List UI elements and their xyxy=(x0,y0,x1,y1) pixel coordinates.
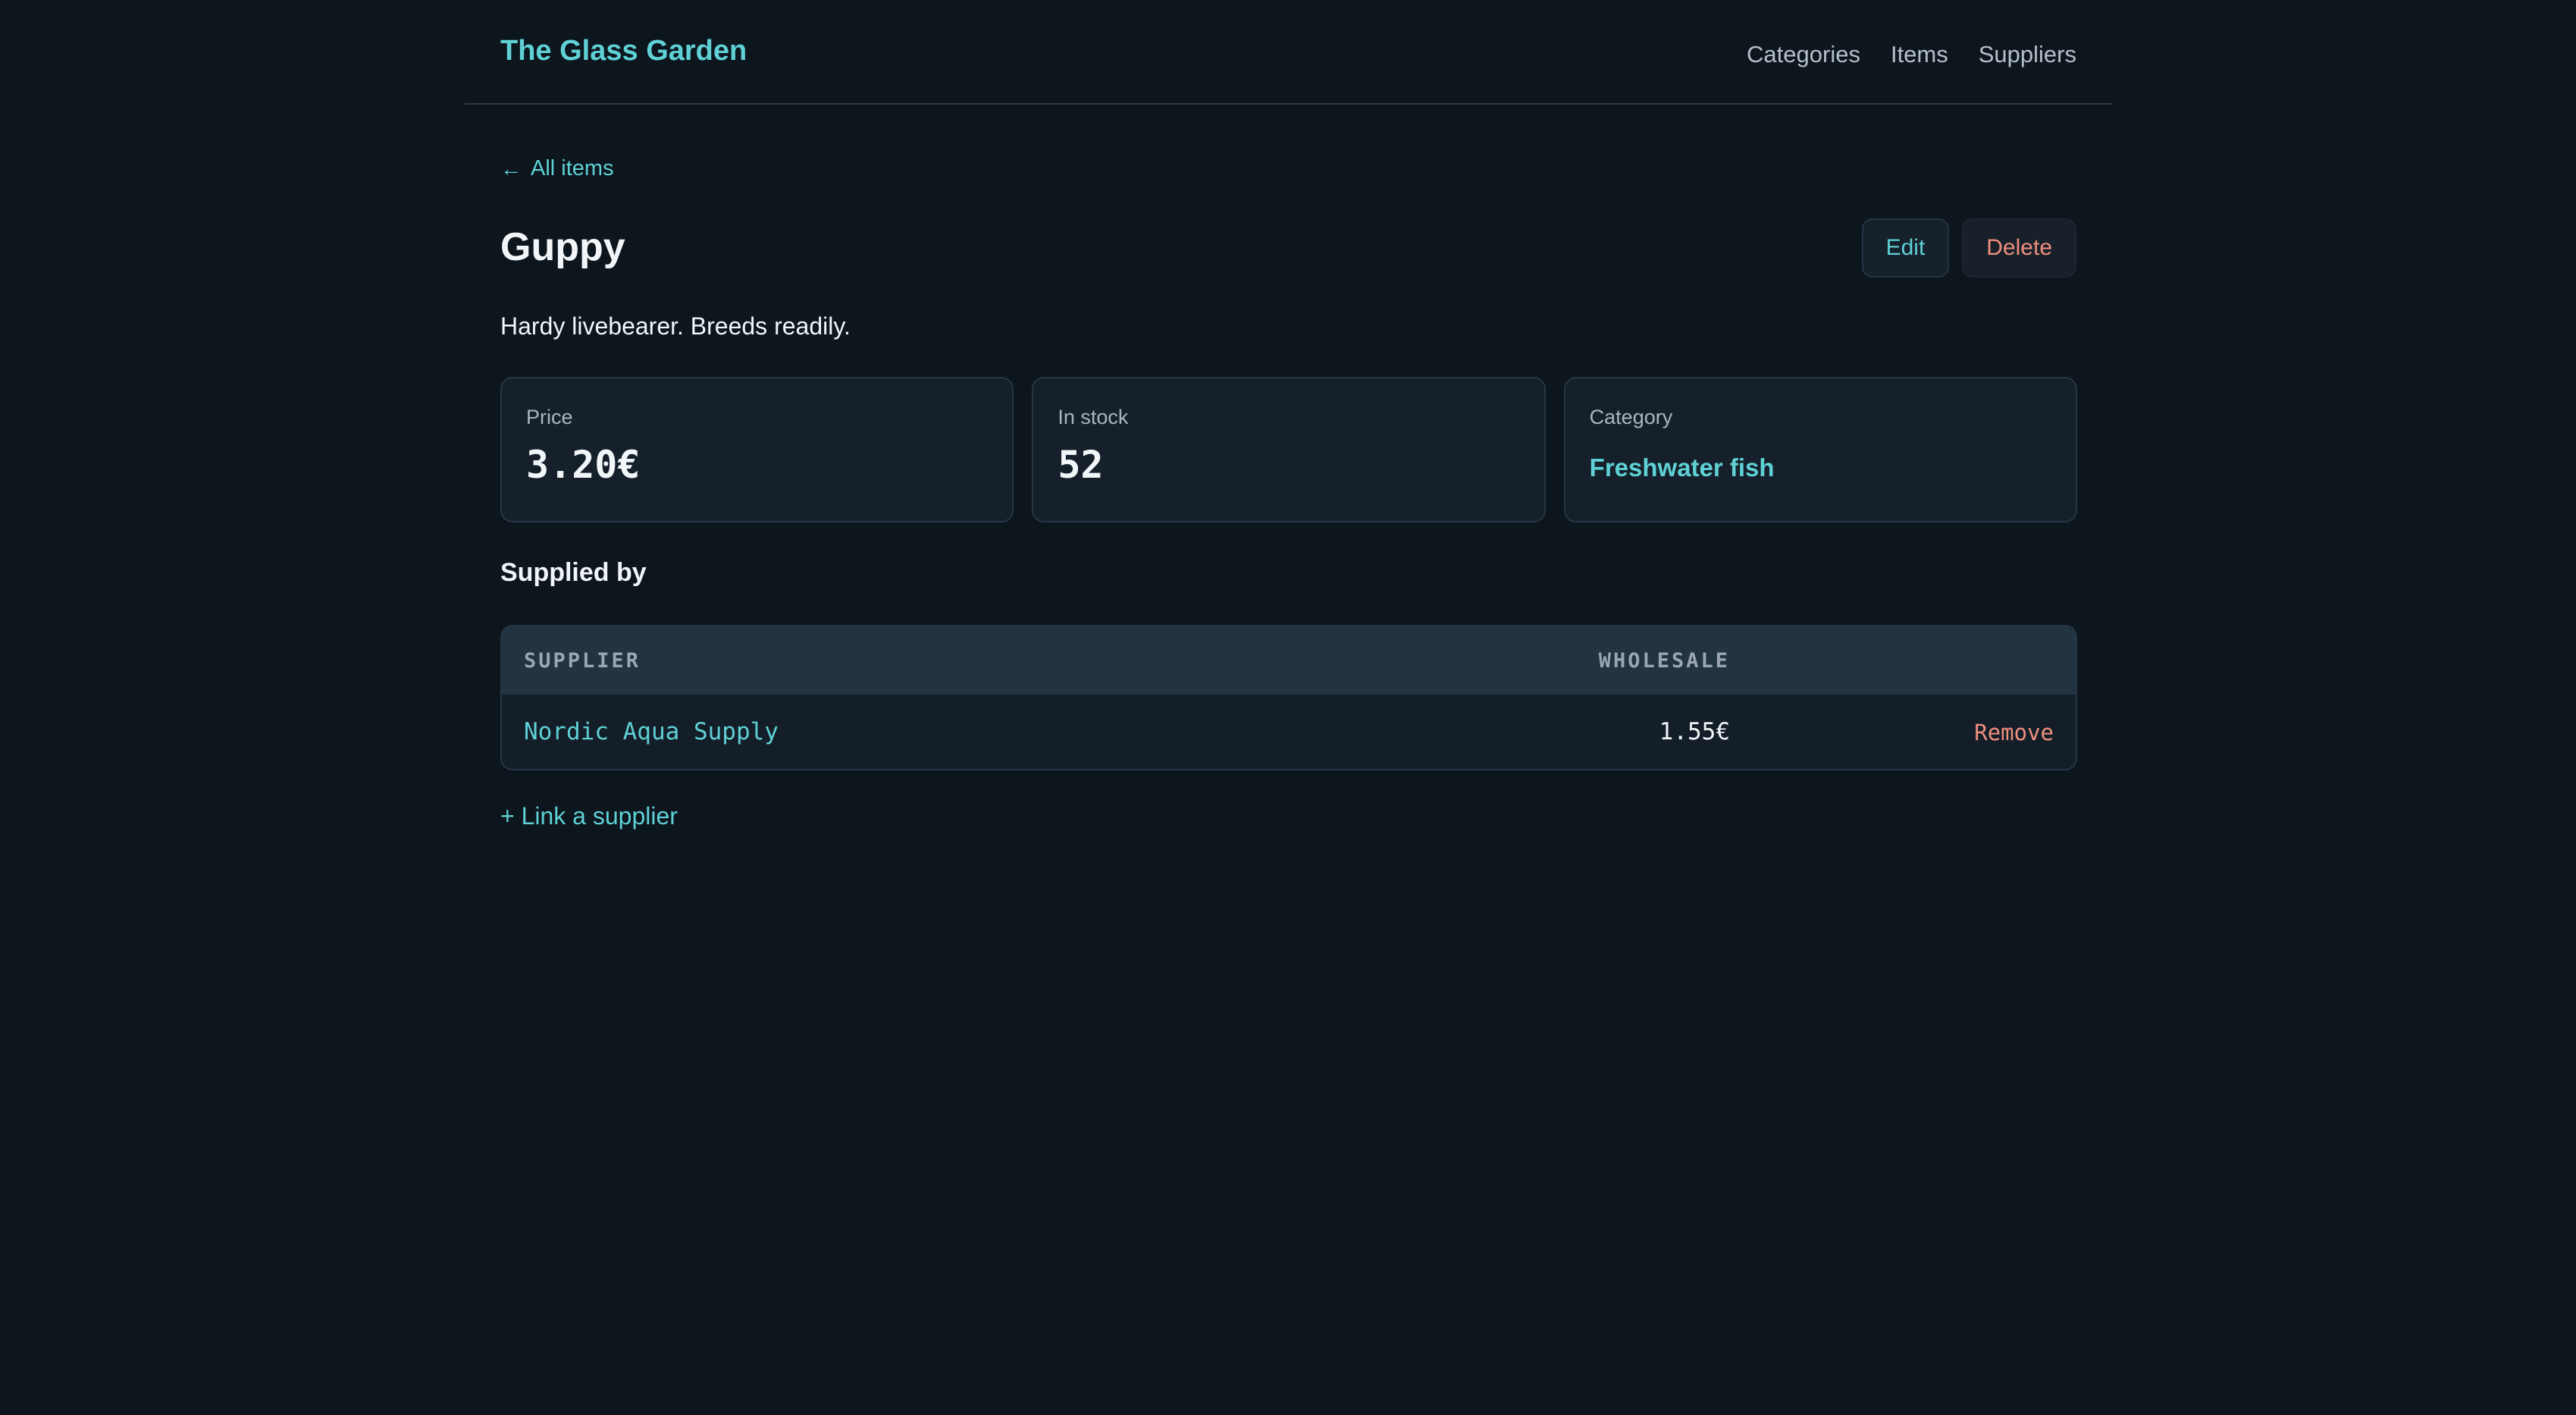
top-navbar: The Glass Garden Categories Items Suppli… xyxy=(465,0,2112,105)
table-header: SUPPLIER WHOLESALE xyxy=(502,626,2076,695)
page-title: Guppy xyxy=(500,225,625,269)
column-header-supplier: SUPPLIER xyxy=(524,649,641,673)
suppliers-section-title: Supplied by xyxy=(500,558,647,587)
price-card: Price 3.20€ xyxy=(500,377,1014,522)
nav-link-categories[interactable]: Categories xyxy=(1747,41,1860,68)
category-link[interactable]: Freshwater fish xyxy=(1590,453,1775,482)
back-to-all-items-link[interactable]: ← All items xyxy=(500,156,614,181)
price-label: Price xyxy=(526,406,573,428)
page: The Glass Garden Categories Items Suppli… xyxy=(465,0,2112,1415)
column-header-wholesale: WHOLESALE xyxy=(1598,649,1730,673)
item-actions: Edit Delete xyxy=(1861,218,2076,278)
main-nav: Categories Items Suppliers xyxy=(1747,41,2076,68)
table-row: Nordic Aqua Supply 1.55€ Remove xyxy=(502,695,2076,769)
stock-card: In stock 52 xyxy=(1032,377,1546,522)
price-value: 3.20€ xyxy=(526,443,641,487)
stock-label: In stock xyxy=(1058,406,1129,428)
stock-value: 52 xyxy=(1058,443,1104,487)
back-link-label: All items xyxy=(531,156,614,180)
nav-link-items[interactable]: Items xyxy=(1891,41,1948,68)
item-description: Hardy livebearer. Breeds readily. xyxy=(500,312,851,340)
edit-button[interactable]: Edit xyxy=(1861,218,1950,278)
brand-logo[interactable]: The Glass Garden xyxy=(500,35,747,67)
suppliers-table: SUPPLIER WHOLESALE Nordic Aqua Supply 1.… xyxy=(500,625,2077,770)
link-supplier-button[interactable]: + Link a supplier xyxy=(500,802,678,830)
delete-button[interactable]: Delete xyxy=(1962,218,2076,278)
nav-link-suppliers[interactable]: Suppliers xyxy=(1979,41,2076,68)
wholesale-price: 1.55€ xyxy=(1659,718,1730,745)
category-label: Category xyxy=(1589,406,1673,428)
arrow-left-icon: ← xyxy=(500,156,522,180)
remove-supplier-button[interactable]: Remove xyxy=(1974,720,2054,745)
stats-row: Price 3.20€ In stock 52 Category Freshwa… xyxy=(500,377,2077,522)
supplier-link[interactable]: Nordic Aqua Supply xyxy=(524,718,779,745)
category-card: Category Freshwater fish xyxy=(1563,377,2077,522)
